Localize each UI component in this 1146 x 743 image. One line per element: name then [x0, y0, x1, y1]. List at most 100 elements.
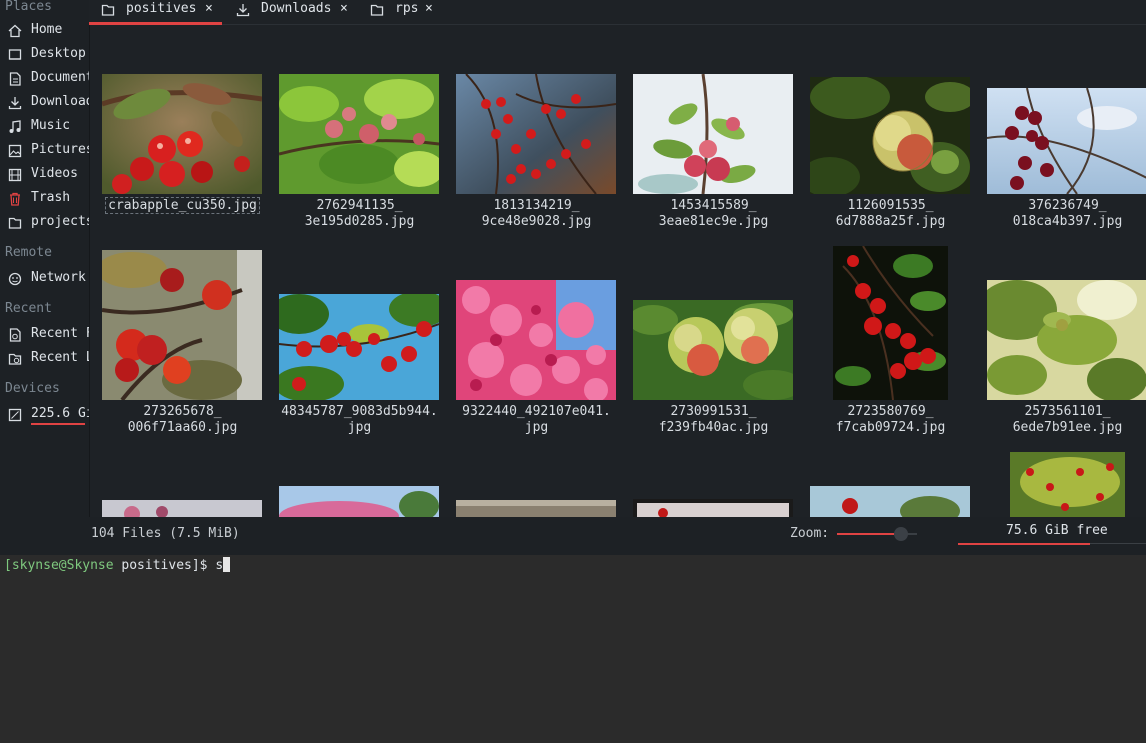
prompt-cwd: positives [121, 558, 192, 573]
sidebar-item-home[interactable]: Home [0, 20, 89, 42]
file-name: 376236749_ 018ca4b397.jpg [1012, 198, 1123, 229]
sidebar-item-label: projects [31, 214, 89, 229]
recent-locations-icon [8, 352, 22, 366]
file-name: 9322440_492107e041. jpg [462, 404, 611, 435]
thumbnail [456, 280, 616, 400]
thumbnail [279, 486, 439, 517]
disk-usage-bar [31, 423, 85, 425]
thumbnail [1010, 452, 1125, 517]
folder-icon [101, 3, 115, 17]
sidebar-item-label: Pictures [31, 142, 89, 157]
thumbnail [810, 486, 970, 517]
prompt-end: ]$ [191, 558, 216, 573]
thumbnail [102, 500, 262, 517]
close-icon[interactable]: × [205, 1, 213, 16]
download-icon [236, 3, 250, 17]
thumbnail [102, 250, 262, 400]
prompt-user-host: [skynse@Skynse [4, 558, 114, 573]
free-space-bar [958, 543, 1090, 545]
thumbnail [833, 246, 948, 400]
free-space-label: 75.6 GiB free [1006, 523, 1108, 538]
free-space-track [1090, 543, 1146, 544]
thumbnail [987, 88, 1146, 194]
file-name: 1453415589_ 3eae81ec9e.jpg [658, 198, 769, 229]
sidebar-item-label: Trash [31, 190, 71, 205]
sidebar-item-downloads[interactable]: Downloads [0, 92, 89, 114]
section-title-recent: Recent [5, 301, 52, 316]
sidebar-item-label: Documents [31, 70, 89, 85]
terminal-cursor [223, 557, 231, 572]
home-icon [8, 24, 22, 38]
sidebar-item-projects[interactable]: projects [0, 212, 89, 234]
sidebar-item-recent-locations[interactable]: Recent Locations [0, 348, 89, 370]
status-bar: 104 Files (7.5 MiB) Zoom: 75.6 GiB free [0, 517, 1146, 555]
file-count: 104 Files (7.5 MiB) [91, 526, 240, 541]
thumbnail [456, 500, 616, 517]
zoom-slider-handle[interactable] [894, 527, 908, 541]
pictures-icon [8, 144, 22, 158]
sidebar-item-label: Recent Locations [31, 350, 89, 365]
tab-downloads[interactable]: Downloads × [224, 0, 354, 24]
thumbnail [633, 499, 793, 517]
sidebar-item-label: Downloads [31, 94, 89, 109]
trash-icon [8, 192, 22, 206]
download-icon [8, 96, 22, 110]
zoom-label: Zoom: [790, 526, 830, 541]
section-title-devices: Devices [5, 381, 60, 396]
sidebar-item-recent-files[interactable]: Recent Files [0, 324, 89, 346]
sidebar-item-label: Home [31, 22, 63, 37]
music-icon [8, 120, 22, 134]
thumbnail [456, 74, 616, 194]
file-name: 1813134219_ 9ce48e9028.jpg [481, 198, 592, 229]
tab-rps[interactable]: rps × [358, 0, 438, 24]
sidebar-item-label: 225.6 GiB [31, 406, 89, 421]
zoom-slider-fill [837, 533, 895, 535]
terminal[interactable]: [skynse@Skynse positives]$ s [0, 555, 1146, 743]
thumbnail [102, 74, 262, 194]
sidebar-item-label: Recent Files [31, 326, 89, 341]
thumbnail [987, 280, 1146, 400]
file-name: 273265678_ 006f71aa60.jpg [127, 404, 238, 435]
sidebar-item-trash[interactable]: Trash [0, 188, 89, 210]
documents-icon [8, 72, 22, 86]
tab-bar: positives × Downloads × rps × [89, 0, 1146, 25]
tab-label: positives [126, 1, 197, 16]
tab-label: Downloads [261, 1, 332, 16]
file-name: 1126091535_ 6d7888a25f.jpg [835, 198, 946, 229]
sidebar-item-videos[interactable]: Videos [0, 164, 89, 186]
sidebar-item-label: Network [31, 270, 86, 285]
sidebar: Places Home Desktop Documents Downloads … [0, 0, 90, 517]
tab-label: rps [395, 1, 419, 16]
thumbnail [279, 294, 439, 400]
file-grid: crabapple_cu350.jpg 2762941135_ 3e195d028… [90, 25, 1146, 517]
thumbnail [279, 74, 439, 194]
sidebar-item-music[interactable]: Music [0, 116, 89, 138]
videos-icon [8, 168, 22, 182]
terminal-prompt[interactable]: [skynse@Skynse positives]$ s [4, 557, 231, 573]
file-name: 2723580769_ f7cab09724.jpg [835, 404, 946, 435]
close-icon[interactable]: × [425, 1, 433, 16]
drive-icon [8, 408, 22, 422]
thumbnail [633, 300, 793, 400]
file-name: 2573561101_ 6ede7b91ee.jpg [1012, 404, 1123, 435]
folder-icon [8, 216, 22, 230]
sidebar-item-pictures[interactable]: Pictures [0, 140, 89, 162]
file-name: crabapple_cu350.jpg [94, 197, 271, 214]
close-icon[interactable]: × [340, 1, 348, 16]
sidebar-item-documents[interactable]: Documents [0, 68, 89, 90]
thumbnail [810, 77, 970, 194]
sidebar-item-label: Videos [31, 166, 78, 181]
file-name: 2730991531_ f239fb40ac.jpg [658, 404, 769, 435]
sidebar-item-label: Music [31, 118, 71, 133]
sidebar-item-desktop[interactable]: Desktop [0, 44, 89, 66]
recent-files-icon [8, 328, 22, 342]
desktop-icon [8, 48, 22, 62]
section-title-remote: Remote [5, 245, 52, 260]
sidebar-item-label: Desktop [31, 46, 86, 61]
tab-positives[interactable]: positives × [89, 0, 222, 25]
section-title-places: Places [5, 0, 52, 14]
thumbnail [633, 74, 793, 194]
sidebar-item-network[interactable]: Network [0, 268, 89, 290]
file-name: 48345787_9083d5b944. jpg [281, 404, 438, 435]
terminal-input[interactable]: s [215, 558, 223, 573]
